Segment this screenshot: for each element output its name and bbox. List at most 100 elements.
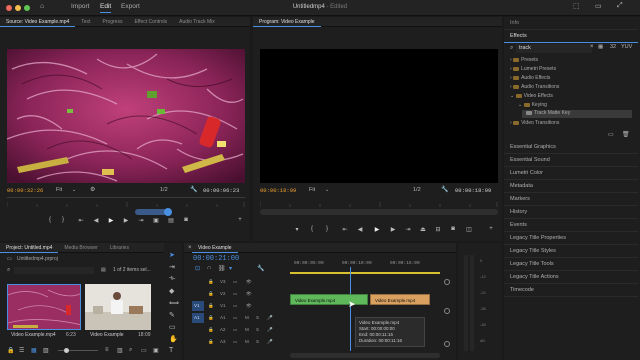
source-scrub-bar[interactable]	[7, 197, 245, 198]
tree-audio-effects[interactable]: › Audio Effects	[510, 75, 550, 83]
tree-video-transitions[interactable]: › Video Transitions	[510, 120, 559, 128]
program-marker-icon[interactable]: ▾	[293, 226, 301, 233]
panel-metadata[interactable]: Metadata	[504, 180, 638, 193]
source-playhead[interactable]	[164, 208, 172, 216]
slip-tool-icon[interactable]: ⟺	[169, 299, 179, 307]
workspace-icon[interactable]: ⬚	[573, 2, 580, 10]
step-back-icon[interactable]: ◀	[92, 217, 100, 224]
panel-essential-sound[interactable]: Essential Sound	[504, 154, 638, 167]
tab-timeline[interactable]: Video Example	[192, 243, 238, 253]
work-area-bar[interactable]	[290, 272, 440, 274]
panel-legacy-title-styles[interactable]: Legacy Title Styles	[504, 245, 638, 258]
panel-timecode[interactable]: Timecode	[504, 284, 638, 297]
mark-in-icon[interactable]: {	[46, 217, 54, 223]
icon-view-icon[interactable]: ▦	[31, 347, 37, 354]
mark-out-icon[interactable]: }	[59, 217, 67, 223]
timeline-scroll-mid[interactable]	[444, 308, 450, 314]
search-clear-icon[interactable]: ×	[590, 44, 594, 50]
export-frame-icon[interactable]: ◙	[182, 217, 190, 223]
program-resolution-select[interactable]: 1/2	[413, 187, 421, 193]
tab-effect-controls[interactable]: Effect Controls	[128, 17, 173, 27]
freeform-view-icon[interactable]: ▨	[43, 347, 49, 354]
list-view-icon[interactable]: ☰	[19, 347, 24, 354]
source-resolution-select[interactable]: 1/2	[160, 187, 168, 193]
program-goto-out-icon[interactable]: ⇥	[404, 226, 412, 233]
effects-search-input[interactable]: track	[516, 44, 592, 53]
tab-project[interactable]: Project: Untitled.mp4	[0, 243, 59, 253]
messages-icon[interactable]: ▭	[595, 2, 602, 10]
comparison-view-icon[interactable]: ◫	[465, 226, 473, 233]
tab-source[interactable]: Source: Video Example.mp4	[0, 17, 76, 27]
source-fit-chevron-icon[interactable]: ⌄	[72, 187, 76, 193]
program-timecode[interactable]: 00:00:18:09	[260, 187, 296, 194]
accelerated-filter-icon[interactable]: ▦	[598, 44, 603, 50]
thumb-video-example[interactable]	[85, 284, 151, 330]
track-select-tool-icon[interactable]: ⇥	[169, 263, 175, 271]
timeline-scroll-top[interactable]	[444, 279, 450, 285]
ripple-edit-tool-icon[interactable]: ⟛	[169, 275, 175, 283]
program-mark-in-icon[interactable]: {	[308, 226, 316, 232]
timeline-ruler[interactable]: 00:00:05:00 00:00:10:00 00:00:15:00	[290, 260, 440, 274]
tree-video-effects[interactable]: ⌄ Video Effects	[510, 93, 553, 101]
program-fit-chevron-icon[interactable]: ⌄	[325, 187, 329, 193]
goto-in-icon[interactable]: ⇤	[77, 217, 85, 224]
panel-effects[interactable]: Effects	[504, 30, 638, 43]
project-search-input[interactable]	[14, 267, 94, 274]
clip-video-example-1[interactable]: Video Example.mp4	[290, 294, 368, 305]
selection-tool-icon[interactable]: ➤	[169, 251, 175, 259]
source-settings-icon[interactable]: ⚙	[90, 186, 95, 193]
tree-presets[interactable]: › Presets	[510, 57, 538, 65]
overwrite-icon[interactable]: ▤	[167, 217, 175, 224]
new-bin-bottom-icon[interactable]: ▭	[141, 347, 147, 354]
v1-source-patch[interactable]: V1	[192, 301, 204, 311]
program-time-ruler[interactable]	[259, 200, 498, 208]
timeline-scroll-bottom[interactable]	[444, 341, 450, 347]
tree-audio-transitions[interactable]: › Audio Transitions	[510, 84, 559, 92]
step-forward-icon[interactable]: ▶	[122, 217, 130, 224]
tab-program[interactable]: Program: Video Example	[253, 17, 321, 27]
new-item-icon[interactable]: ▣	[153, 347, 159, 354]
program-goto-in-icon[interactable]: ⇤	[341, 226, 349, 233]
panel-legacy-title-tools[interactable]: Legacy Title Tools	[504, 258, 638, 271]
panel-info[interactable]: Info	[504, 17, 638, 30]
source-time-ruler[interactable]	[6, 200, 245, 208]
thumb-video-example-mp4[interactable]	[7, 284, 81, 330]
automate-icon[interactable]: ▥	[117, 347, 123, 354]
panel-legacy-title-properties[interactable]: Legacy Title Properties	[504, 232, 638, 245]
program-export-frame-icon[interactable]: ◙	[449, 226, 457, 232]
panel-markers[interactable]: Markers	[504, 193, 638, 206]
source-fit-select[interactable]: Fit	[56, 187, 62, 193]
yuv-filter-icon[interactable]: YUV	[621, 44, 632, 50]
project-search-icon[interactable]: ⌕	[7, 267, 10, 274]
effects-search-icon[interactable]: ⌕	[510, 45, 513, 52]
source-add-button-icon[interactable]: +	[236, 217, 244, 223]
program-fit-select[interactable]: Fit	[309, 187, 315, 193]
source-zoom-scroll[interactable]	[135, 209, 167, 215]
program-play-icon[interactable]: ▶	[373, 226, 381, 233]
tree-lumetri-presets[interactable]: › Lumetri Presets	[510, 66, 556, 74]
snap-icon[interactable]: ∩	[207, 265, 211, 271]
timeline-timecode[interactable]: 00:00:21:00	[193, 255, 239, 263]
tree-track-matte-key[interactable]: Track Matte Key	[522, 110, 632, 118]
panel-essential-graphics[interactable]: Essential Graphics	[504, 141, 638, 154]
panel-history[interactable]: History	[504, 206, 638, 219]
insert-icon[interactable]: ▣	[152, 217, 160, 224]
clip-video-example-2[interactable]: Video Example.mp4	[370, 294, 430, 305]
tab-audio-track-mix[interactable]: Audio Track Mix	[173, 17, 221, 27]
panel-legacy-title-actions[interactable]: Legacy Title Actions	[504, 271, 638, 284]
pen-tool-icon[interactable]: ✎	[169, 311, 175, 319]
delete-custom-item-icon[interactable]: 🗑	[622, 131, 630, 138]
fullscreen-icon[interactable]: ⤢	[617, 2, 623, 10]
32bit-filter-icon[interactable]: 32	[610, 44, 616, 50]
tab-text[interactable]: Text	[75, 17, 96, 27]
program-step-forward-icon[interactable]: ▶	[389, 226, 397, 233]
program-mark-out-icon[interactable]: }	[323, 226, 331, 232]
hand-tool-icon[interactable]: ✋	[169, 335, 178, 343]
goto-out-icon[interactable]: ⇥	[137, 217, 145, 224]
tab-libraries[interactable]: Libraries	[104, 243, 135, 253]
timeline-close-icon[interactable]: ×	[188, 245, 192, 251]
program-zoom-scroll[interactable]	[260, 209, 498, 215]
rectangle-tool-icon[interactable]: ▭	[169, 323, 176, 331]
sort-icon[interactable]: ≡	[105, 347, 109, 353]
tab-media-browser[interactable]: Media Browser	[58, 243, 103, 253]
